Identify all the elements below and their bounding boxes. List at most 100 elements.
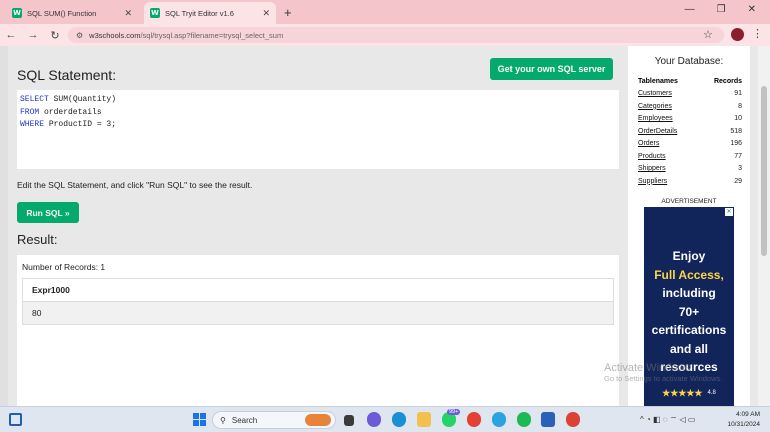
chrome-profile-icon[interactable] — [566, 412, 580, 427]
ad-close-icon[interactable]: ✕ — [725, 208, 733, 216]
minimize-icon[interactable]: — — [685, 4, 695, 15]
database-table: Tablenames Records Customers 91 Categorie… — [638, 75, 742, 188]
weather-widget-icon[interactable] — [305, 414, 331, 426]
table-row: Categories 8 — [638, 100, 742, 113]
ad-line: Full Access, — [654, 267, 724, 282]
time: 4:09 AM — [736, 411, 760, 418]
window-controls: — ❐ ✕ — [685, 4, 756, 15]
database-panel: Your Database: Tablenames Records Custom… — [628, 46, 750, 406]
w3schools-favicon-icon: W — [150, 8, 160, 18]
record-count-cell: 77 — [734, 152, 742, 160]
tab-sql-tryit[interactable]: W SQL Tryit Editor v1.6 ✕ — [144, 2, 276, 24]
table-row: Employees 10 — [638, 113, 742, 126]
column-header: Records — [713, 77, 742, 85]
address-bar[interactable]: ⚙ w3schools.com/sql/trysql.asp?filename=… — [68, 27, 724, 43]
sql-keyword: FROM — [20, 107, 40, 117]
close-window-icon[interactable]: ✕ — [748, 4, 756, 15]
sql-text: ProductID = 3; — [44, 120, 117, 129]
instructions-text: Edit the SQL Statement, and click "Run S… — [17, 180, 253, 190]
profile-avatar[interactable] — [731, 28, 744, 41]
column-header: Tablenames — [638, 77, 678, 85]
get-sql-server-button[interactable]: Get your own SQL server — [490, 58, 613, 80]
table-link[interactable]: Products — [638, 150, 699, 163]
chat-icon[interactable] — [367, 412, 381, 427]
sql-line: SELECT SUM(Quantity) — [20, 94, 616, 107]
table-row: Products 77 — [638, 150, 742, 163]
rating-value: 4.8 — [707, 389, 716, 396]
widgets-icon[interactable] — [9, 413, 22, 426]
record-count-cell: 518 — [730, 127, 742, 135]
system-tray[interactable]: ^ ◔ ◧ ◌ ⌔ ◁ ▭ — [640, 415, 695, 425]
page-scrollbar[interactable] — [758, 46, 770, 406]
bookmark-star-icon[interactable]: ☆ — [703, 28, 713, 41]
run-sql-button[interactable]: Run SQL » — [17, 202, 79, 223]
file-explorer-icon[interactable] — [417, 412, 431, 427]
restore-icon[interactable]: ❐ — [717, 4, 726, 15]
left-gutter — [0, 46, 8, 406]
table-header-row: Expr1000 — [22, 278, 614, 302]
watermark-subtitle: Go to Settings to activate Windows. — [604, 374, 723, 383]
clock[interactable]: 4:09 AM 10/31/2024 — [726, 410, 760, 430]
table-row: OrderDetails 518 — [638, 125, 742, 138]
chrome-icon[interactable] — [467, 412, 481, 427]
edge-icon[interactable] — [392, 412, 406, 427]
rating-stars: ★★★★★ 4.8 — [644, 384, 734, 403]
table-row: Orders 196 — [638, 138, 742, 151]
record-count-cell: 8 — [738, 102, 742, 110]
record-count: Number of Records: 1 — [22, 262, 106, 272]
column-header: Expr1000 — [22, 278, 614, 302]
sql-editor[interactable]: SELECT SUM(Quantity) FROM orderdetails W… — [17, 90, 619, 169]
start-icon[interactable] — [193, 413, 206, 426]
editor-panel: SQL Statement: Get your own SQL server S… — [8, 46, 620, 406]
table-cell: 80 — [22, 301, 614, 325]
database-title: Your Database: — [654, 56, 724, 67]
spotify-icon[interactable] — [517, 412, 531, 427]
site-info-icon[interactable]: ⚙ — [76, 31, 83, 40]
sql-keyword: WHERE — [20, 120, 45, 129]
star-icon: ★★★★★ — [662, 387, 703, 398]
url-path: /sql/trysql.asp?filename=trysql_select_s… — [140, 30, 284, 40]
table-link[interactable]: Categories — [638, 100, 699, 113]
close-tab-icon[interactable]: ✕ — [262, 8, 270, 19]
new-tab-icon[interactable]: + — [284, 5, 292, 20]
tab-strip: W SQL SUM() Function ✕ W SQL Tryit Edito… — [0, 0, 770, 24]
sql-keyword: SELECT — [20, 95, 49, 104]
table-row: 80 — [22, 301, 614, 325]
word-icon[interactable] — [541, 412, 555, 427]
table-row: Shippers 3 — [638, 163, 742, 176]
taskbar: ⚲ Search 99+ ^ ◔ ◧ ◌ ⌔ ◁ ▭ 4:09 AM 10/31… — [0, 406, 770, 432]
reload-icon[interactable]: ↻ — [44, 29, 66, 42]
tab-title: SQL SUM() Function — [27, 8, 97, 18]
record-count-cell: 3 — [738, 165, 742, 173]
sql-statement-heading: SQL Statement: — [17, 67, 117, 83]
date: 10/31/2024 — [727, 421, 760, 428]
table-link[interactable]: OrderDetails — [638, 125, 699, 138]
ad-line: certifications — [651, 323, 727, 337]
table-link[interactable]: Employees — [638, 113, 699, 126]
task-view-icon[interactable] — [344, 415, 354, 426]
telegram-icon[interactable] — [492, 412, 506, 427]
table-link[interactable]: Suppliers — [638, 175, 699, 188]
sql-text: SUM(Quantity) — [48, 95, 117, 104]
browser-menu-icon[interactable]: ⋮ — [752, 27, 763, 40]
forward-icon[interactable]: → — [22, 29, 44, 41]
record-count-cell: 196 — [730, 140, 742, 148]
notification-badge: 99+ — [447, 409, 461, 415]
record-count-cell: 10 — [734, 115, 742, 123]
table-row: Suppliers 29 — [638, 175, 742, 188]
scroll-thumb[interactable] — [761, 86, 767, 256]
back-icon[interactable]: ← — [0, 29, 22, 41]
table-row: Customers 91 — [638, 88, 742, 101]
url-host: w3schools.com — [89, 30, 141, 40]
result-heading: Result: — [17, 232, 58, 247]
table-link[interactable]: Orders — [638, 138, 699, 151]
table-link[interactable]: Shippers — [638, 163, 699, 176]
record-count-cell: 91 — [734, 90, 742, 98]
toolbar: ← → ↻ ⚙ w3schools.com/sql/trysql.asp?fil… — [0, 24, 770, 46]
result-table: Expr1000 80 — [22, 278, 614, 325]
close-tab-icon[interactable]: ✕ — [124, 8, 132, 19]
tab-title: SQL Tryit Editor v1.6 — [165, 8, 234, 18]
sql-text: orderdetails — [39, 107, 102, 117]
table-link[interactable]: Customers — [638, 88, 699, 101]
tab-sql-sum[interactable]: W SQL SUM() Function ✕ — [6, 2, 138, 24]
